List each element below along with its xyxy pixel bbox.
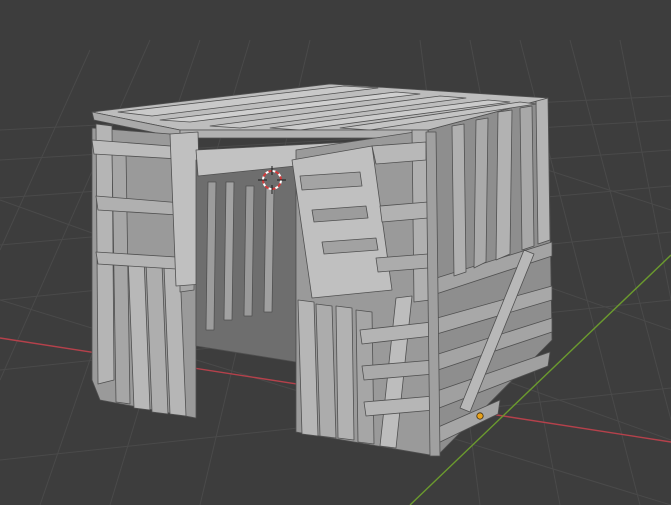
interior-slat: [263, 187, 275, 313]
interior-slat: [205, 181, 217, 331]
wall-slat: [535, 97, 551, 245]
wall-plank: [371, 141, 427, 165]
wall-slat: [473, 117, 489, 269]
wall-slat: [451, 123, 467, 277]
wall-slat: [519, 105, 535, 251]
wall-slat: [335, 305, 355, 441]
wall-slat: [495, 109, 513, 261]
interior-slat: [223, 181, 235, 321]
wall-plank: [379, 201, 429, 223]
wooden-shack-mesh[interactable]: [91, 83, 553, 457]
object-origin-icon[interactable]: [476, 412, 484, 420]
interior-slat: [243, 185, 255, 317]
viewport-canvas[interactable]: [0, 0, 671, 505]
3d-viewport[interactable]: [0, 0, 671, 505]
